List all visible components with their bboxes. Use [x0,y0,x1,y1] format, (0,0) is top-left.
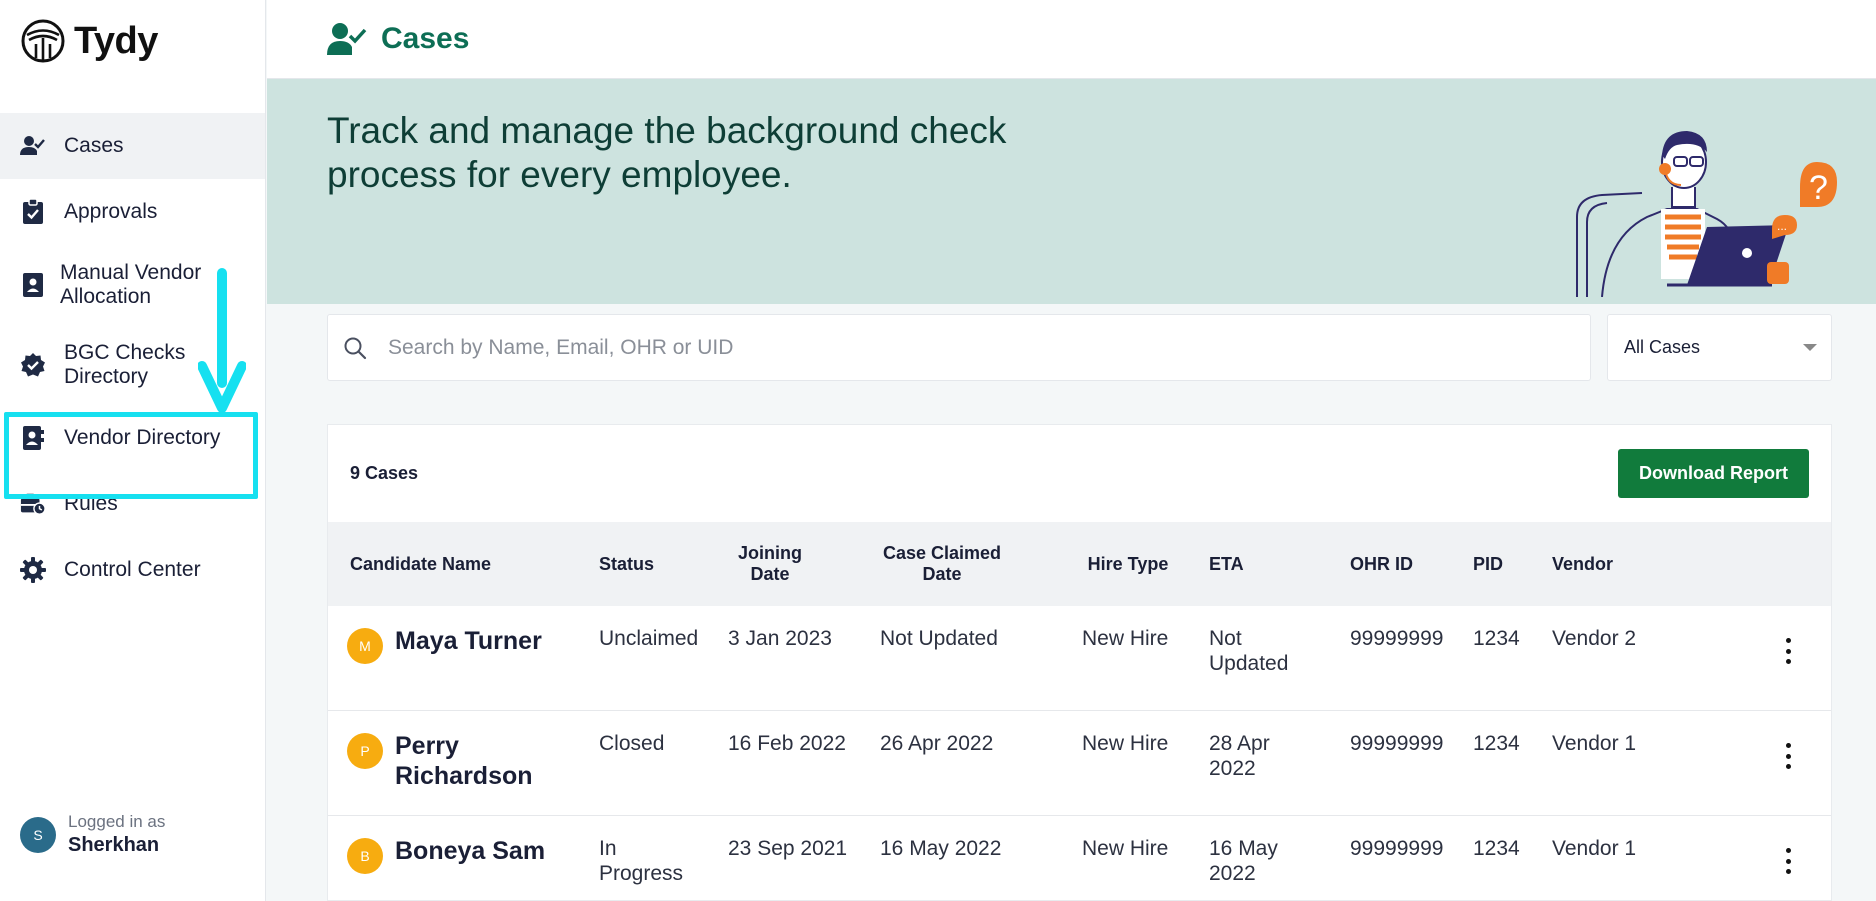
address-book-icon [20,425,46,451]
pid-cell: 1234 [1473,732,1520,755]
candidate-name[interactable]: Boneya Sam [395,836,565,866]
cases-table-card: 9 Cases Download Report Candidate Name S… [327,424,1832,901]
pid-cell: 1234 [1473,837,1520,860]
verified-badge-icon [20,352,46,378]
sidebar-item-bgc-checks-directory[interactable]: BGC Checks Directory [0,325,265,405]
table-toolbar: 9 Cases Download Report [328,425,1831,522]
search-box[interactable] [327,314,1591,381]
app-logo[interactable]: Tydy [20,18,158,64]
vendor-cell: Vendor 2 [1552,627,1637,650]
page-header: Cases [267,0,1876,79]
avatar: B [347,838,383,874]
row-more-options-icon[interactable] [1778,739,1798,773]
chevron-down-icon [1803,344,1817,351]
logged-in-user[interactable]: S Logged in as Sherkhan [20,812,165,857]
column-header-status[interactable]: Status [599,522,699,606]
column-header-candidate-name[interactable]: Candidate Name [350,522,550,606]
column-header-vendor[interactable]: Vendor [1552,522,1652,606]
vendor-cell: Vendor 1 [1552,837,1637,860]
sidebar-nav: Cases Approvals Manual Vendor Allocation… [0,113,265,603]
column-header-pid[interactable]: PID [1473,522,1533,606]
sidebar-item-approvals[interactable]: Approvals [0,179,265,245]
vendor-cell: Vendor 1 [1552,732,1637,755]
sidebar: Tydy Cases Approvals Manual Vendor Alloc… [0,0,266,901]
avatar: M [347,628,383,664]
sidebar-item-label: Manual Vendor Allocation [60,261,202,308]
sidebar-item-label: Rules [64,492,118,515]
ohr-id-cell: 99999999 [1350,732,1444,755]
banner-text: Track and manage the background check pr… [327,110,1007,195]
table-row[interactable]: P Perry Richardson Closed 16 Feb 2022 26… [328,711,1831,816]
column-header-eta[interactable]: ETA [1209,522,1289,606]
sidebar-item-rules[interactable]: Rules [0,471,265,537]
joining-date-cell: 16 Feb 2022 [728,732,846,755]
hire-type-cell: New Hire [1082,627,1169,650]
briefcase-clock-icon [20,491,46,517]
contact-card-icon [20,272,46,298]
sidebar-item-vendor-directory[interactable]: Vendor Directory [0,405,265,471]
status-cell: In Progress [599,837,684,885]
case-filter-select[interactable]: All Cases [1607,314,1832,381]
sidebar-item-manual-vendor-allocation[interactable]: Manual Vendor Allocation [0,245,265,325]
sidebar-item-cases[interactable]: Cases [0,113,265,179]
row-more-options-icon[interactable] [1778,634,1798,668]
case-filter-value: All Cases [1624,337,1701,357]
logged-in-label: Logged in as [68,812,166,831]
support-agent-illustration-icon: ? ... [1576,131,1837,297]
candidate-cell: M Maya Turner [347,622,555,664]
pid-cell: 1234 [1473,627,1520,650]
eta-cell: 28 Apr 2022 [1209,732,1270,780]
avatar: P [347,733,383,769]
download-report-button[interactable]: Download Report [1618,449,1809,498]
tydy-logo-icon [21,19,65,63]
sidebar-item-control-center[interactable]: Control Center [0,537,265,603]
avatar: S [20,816,56,853]
claimed-date-cell: Not Updated [880,627,998,650]
gear-icon [20,557,46,583]
candidate-cell: B Boneya Sam [347,832,565,874]
hire-type-cell: New Hire [1082,732,1169,755]
cases-count: 9 Cases [350,463,419,483]
candidate-name[interactable]: Perry Richardson [395,731,545,791]
sidebar-item-label: Cases [64,134,124,157]
ohr-id-cell: 99999999 [1350,837,1444,860]
search-icon [344,337,367,359]
eta-cell: Not Updated [1209,627,1289,675]
claimed-date-cell: 26 Apr 2022 [880,732,994,755]
candidate-name[interactable]: Maya Turner [395,626,555,656]
info-banner: Track and manage the background check pr… [267,79,1876,304]
claimed-date-cell: 16 May 2022 [880,837,1002,860]
svg-text:...: ... [1777,219,1787,233]
page-title: Cases [381,22,470,55]
row-more-options-icon[interactable] [1778,844,1798,878]
sidebar-item-label: Vendor Directory [64,426,221,449]
column-header-case-claimed-date[interactable]: Case Claimed Date [872,522,1012,606]
app-name: Tydy [74,19,158,62]
column-header-ohr-id[interactable]: OHR ID [1350,522,1440,606]
clipboard-check-icon [20,199,46,225]
table-row[interactable]: M Maya Turner Unclaimed 3 Jan 2023 Not U… [328,606,1831,711]
sidebar-item-label: Control Center [64,558,201,581]
table-header: Candidate Name Status Joining Date Case … [328,522,1831,606]
user-name: Sherkhan [68,834,160,856]
joining-date-cell: 3 Jan 2023 [728,627,832,650]
column-header-joining-date[interactable]: Joining Date [720,522,820,606]
column-header-hire-type[interactable]: Hire Type [1086,522,1170,606]
status-cell: Unclaimed [599,627,699,650]
status-cell: Closed [599,732,665,755]
sidebar-item-label: BGC Checks Directory [64,341,186,388]
ohr-id-cell: 99999999 [1350,627,1444,650]
svg-text:?: ? [1809,169,1828,207]
user-check-icon [20,133,46,159]
candidate-cell: P Perry Richardson [347,727,545,791]
sidebar-item-label: Approvals [64,200,158,223]
table-row[interactable]: B Boneya Sam In Progress 23 Sep 2021 16 … [328,816,1831,900]
eta-cell: 16 May 2022 [1209,837,1278,885]
hire-type-cell: New Hire [1082,837,1169,860]
joining-date-cell: 23 Sep 2021 [728,837,848,860]
user-check-icon [327,23,367,55]
search-input[interactable] [388,335,1568,360]
